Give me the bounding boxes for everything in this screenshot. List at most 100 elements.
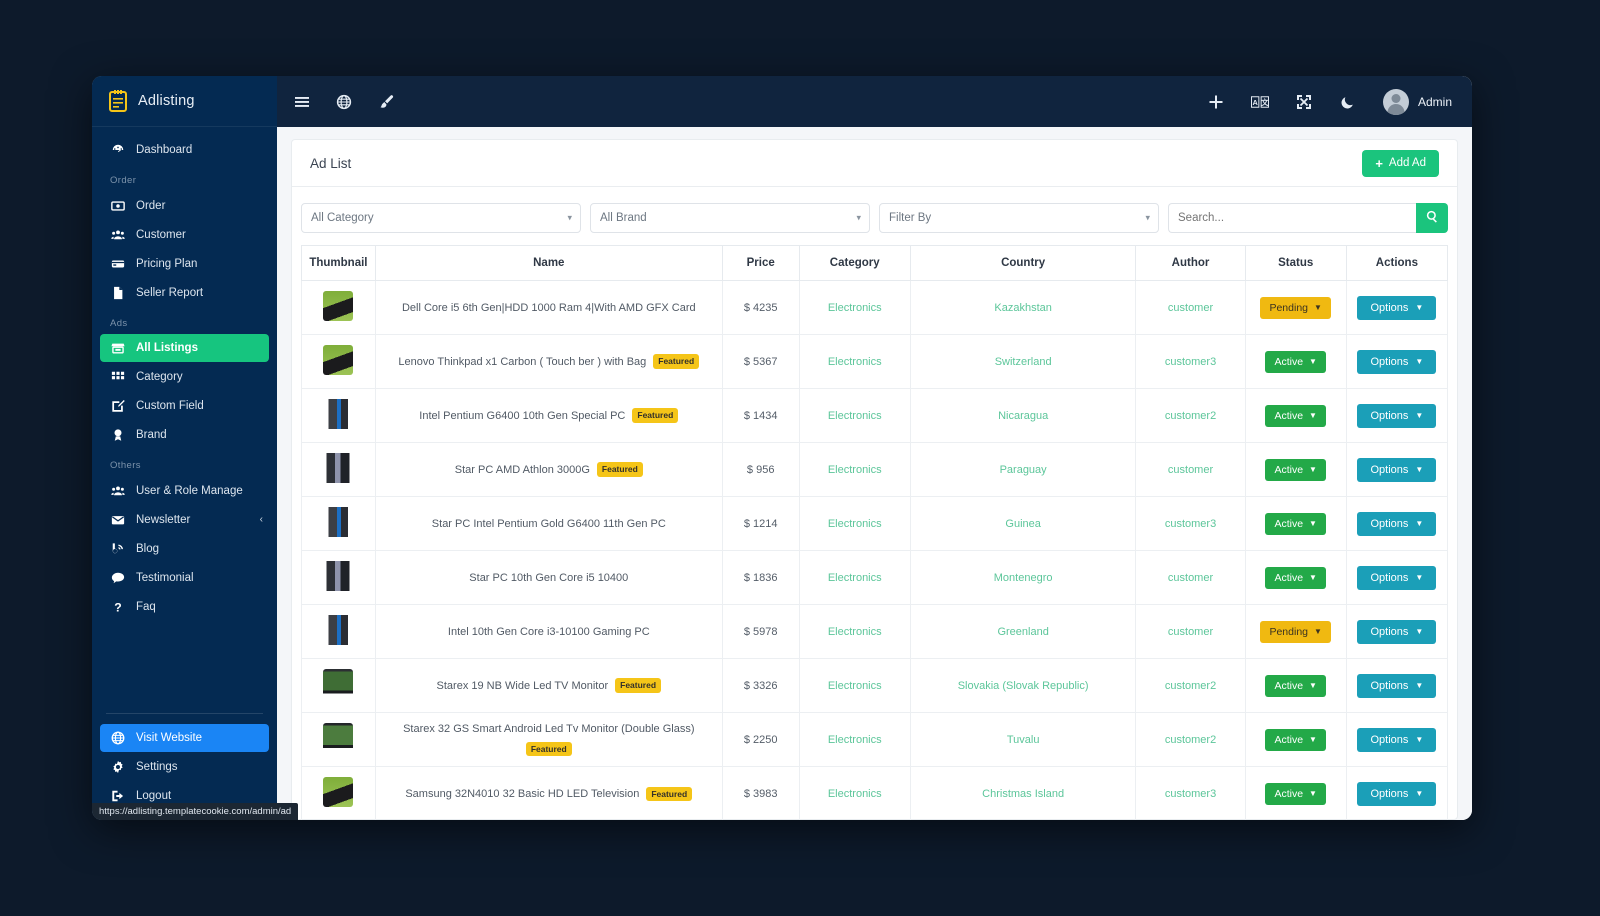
- sidebar-item-blog[interactable]: Blog: [92, 534, 277, 563]
- brand[interactable]: Adlisting: [92, 76, 277, 127]
- sidebar-item-label: Customer: [136, 228, 186, 241]
- options-dropdown[interactable]: Options ▼: [1357, 727, 1437, 752]
- product-thumbnail[interactable]: [323, 669, 354, 699]
- options-dropdown[interactable]: Options ▼: [1357, 781, 1437, 806]
- product-thumbnail[interactable]: [323, 453, 354, 483]
- country-link[interactable]: Slovakia (Slovak Republic): [958, 680, 1089, 692]
- author-link[interactable]: customer: [1168, 572, 1213, 584]
- product-thumbnail[interactable]: [323, 507, 354, 537]
- author-link[interactable]: customer2: [1165, 410, 1216, 422]
- country-link[interactable]: Greenland: [997, 626, 1048, 638]
- translate-icon[interactable]: A 文: [1250, 93, 1269, 111]
- author-link[interactable]: customer2: [1165, 734, 1216, 746]
- category-link[interactable]: Electronics: [828, 356, 882, 368]
- moon-icon[interactable]: [1339, 93, 1357, 111]
- category-link[interactable]: Electronics: [828, 302, 882, 314]
- category-link[interactable]: Electronics: [828, 518, 882, 530]
- country-link[interactable]: Montenegro: [994, 572, 1053, 584]
- user-menu[interactable]: Admin: [1382, 88, 1452, 115]
- status-dropdown[interactable]: Active ▼: [1265, 728, 1326, 751]
- filter-by-select[interactable]: Filter By: [879, 203, 1159, 233]
- cell-country: Slovakia (Slovak Republic): [909, 658, 1137, 713]
- sidebar-item-user-role-manage[interactable]: User & Role Manage: [92, 476, 277, 505]
- author-link[interactable]: customer3: [1165, 356, 1216, 368]
- status-dropdown[interactable]: Active ▼: [1265, 350, 1326, 373]
- country-link[interactable]: Christmas Island: [982, 788, 1064, 800]
- sidebar-item-customer[interactable]: Customer: [92, 220, 277, 249]
- author-link[interactable]: customer: [1168, 464, 1213, 476]
- fullscreen-icon[interactable]: [1295, 93, 1313, 111]
- category-link[interactable]: Electronics: [828, 410, 882, 422]
- category-link[interactable]: Electronics: [828, 626, 882, 638]
- product-thumbnail[interactable]: [323, 777, 354, 808]
- country-link[interactable]: Tuvalu: [1007, 734, 1040, 746]
- product-thumbnail[interactable]: [323, 345, 354, 375]
- cell-thumbnail: [301, 496, 376, 551]
- author-link[interactable]: customer: [1168, 626, 1213, 638]
- status-dropdown[interactable]: Active ▼: [1265, 458, 1326, 481]
- cell-name: Star PC AMD Athlon 3000G Featured: [374, 442, 723, 497]
- sidebar-item-seller-report[interactable]: Seller Report: [92, 278, 277, 307]
- search-input[interactable]: [1168, 203, 1417, 233]
- cell-thumbnail: [301, 388, 376, 443]
- options-dropdown[interactable]: Options ▼: [1357, 619, 1437, 644]
- sidebar-item-visit-website[interactable]: Visit Website: [100, 724, 269, 752]
- product-thumbnail[interactable]: [323, 291, 354, 321]
- sidebar-item-settings[interactable]: Settings: [92, 752, 277, 781]
- product-thumbnail[interactable]: [323, 723, 354, 754]
- product-thumbnail[interactable]: [323, 399, 354, 429]
- options-dropdown[interactable]: Options ▼: [1357, 511, 1437, 536]
- options-dropdown[interactable]: Options ▼: [1357, 403, 1437, 428]
- author-link[interactable]: customer: [1168, 302, 1213, 314]
- brand-filter[interactable]: All Brand: [590, 203, 870, 233]
- paint-brush-icon[interactable]: [377, 93, 395, 111]
- options-dropdown[interactable]: Options ▼: [1357, 349, 1437, 374]
- country-link[interactable]: Switzerland: [995, 356, 1052, 368]
- sidebar-item-testimonial[interactable]: Testimonial: [92, 563, 277, 592]
- category-link[interactable]: Electronics: [828, 464, 882, 476]
- sidebar-item-all-listings[interactable]: All Listings: [100, 334, 269, 362]
- category-link[interactable]: Electronics: [828, 572, 882, 584]
- options-dropdown[interactable]: Options ▼: [1357, 295, 1437, 320]
- status-dropdown[interactable]: Active ▼: [1265, 512, 1326, 535]
- country-link[interactable]: Kazakhstan: [994, 302, 1051, 314]
- country-link[interactable]: Paraguay: [1000, 464, 1047, 476]
- status-dropdown[interactable]: Active ▼: [1265, 674, 1326, 697]
- country-link[interactable]: Nicaragua: [998, 410, 1048, 422]
- status-dropdown[interactable]: Pending ▼: [1260, 296, 1331, 319]
- sidebar-item-category[interactable]: Category: [92, 362, 277, 391]
- category-link[interactable]: Electronics: [828, 680, 882, 692]
- product-thumbnail[interactable]: [323, 561, 354, 591]
- status-dropdown[interactable]: Active ▼: [1265, 404, 1326, 427]
- options-dropdown[interactable]: Options ▼: [1357, 457, 1437, 482]
- sidebar-item-brand[interactable]: Brand: [92, 420, 277, 449]
- cell-category: Electronics: [798, 604, 911, 659]
- options-dropdown[interactable]: Options ▼: [1357, 565, 1437, 590]
- author-link[interactable]: customer2: [1165, 680, 1216, 692]
- sidebar-item-faq[interactable]: ? Faq: [92, 592, 277, 621]
- sidebar-item-newsletter[interactable]: Newsletter ‹: [92, 505, 277, 534]
- sidebar-item-pricing-plan[interactable]: Pricing Plan: [92, 249, 277, 278]
- category-link[interactable]: Electronics: [828, 734, 882, 746]
- chevron-down-icon: ▼: [1415, 357, 1424, 366]
- hamburger-icon[interactable]: [293, 93, 311, 111]
- status-dropdown[interactable]: Active ▼: [1265, 782, 1326, 805]
- category-filter[interactable]: All Category: [301, 203, 581, 233]
- table-row: Intel 10th Gen Core i3-10100 Gaming PC $ …: [301, 604, 1449, 659]
- author-link[interactable]: customer3: [1165, 518, 1216, 530]
- country-link[interactable]: Guinea: [1005, 518, 1040, 530]
- plus-icon[interactable]: [1207, 93, 1225, 111]
- sidebar-item-custom-field[interactable]: Custom Field: [92, 391, 277, 420]
- status-dropdown[interactable]: Pending ▼: [1260, 620, 1331, 643]
- globe-icon[interactable]: [335, 93, 353, 111]
- cell-thumbnail: [301, 766, 376, 820]
- product-thumbnail[interactable]: [323, 615, 354, 645]
- sidebar-item-order[interactable]: Order: [92, 191, 277, 220]
- category-link[interactable]: Electronics: [828, 788, 882, 800]
- search-button[interactable]: [1416, 203, 1448, 233]
- author-link[interactable]: customer3: [1165, 788, 1216, 800]
- sidebar-item-dashboard[interactable]: Dashboard: [92, 135, 277, 164]
- add-ad-button[interactable]: + Add Ad: [1362, 149, 1439, 177]
- status-dropdown[interactable]: Active ▼: [1265, 566, 1326, 589]
- options-dropdown[interactable]: Options ▼: [1357, 673, 1437, 698]
